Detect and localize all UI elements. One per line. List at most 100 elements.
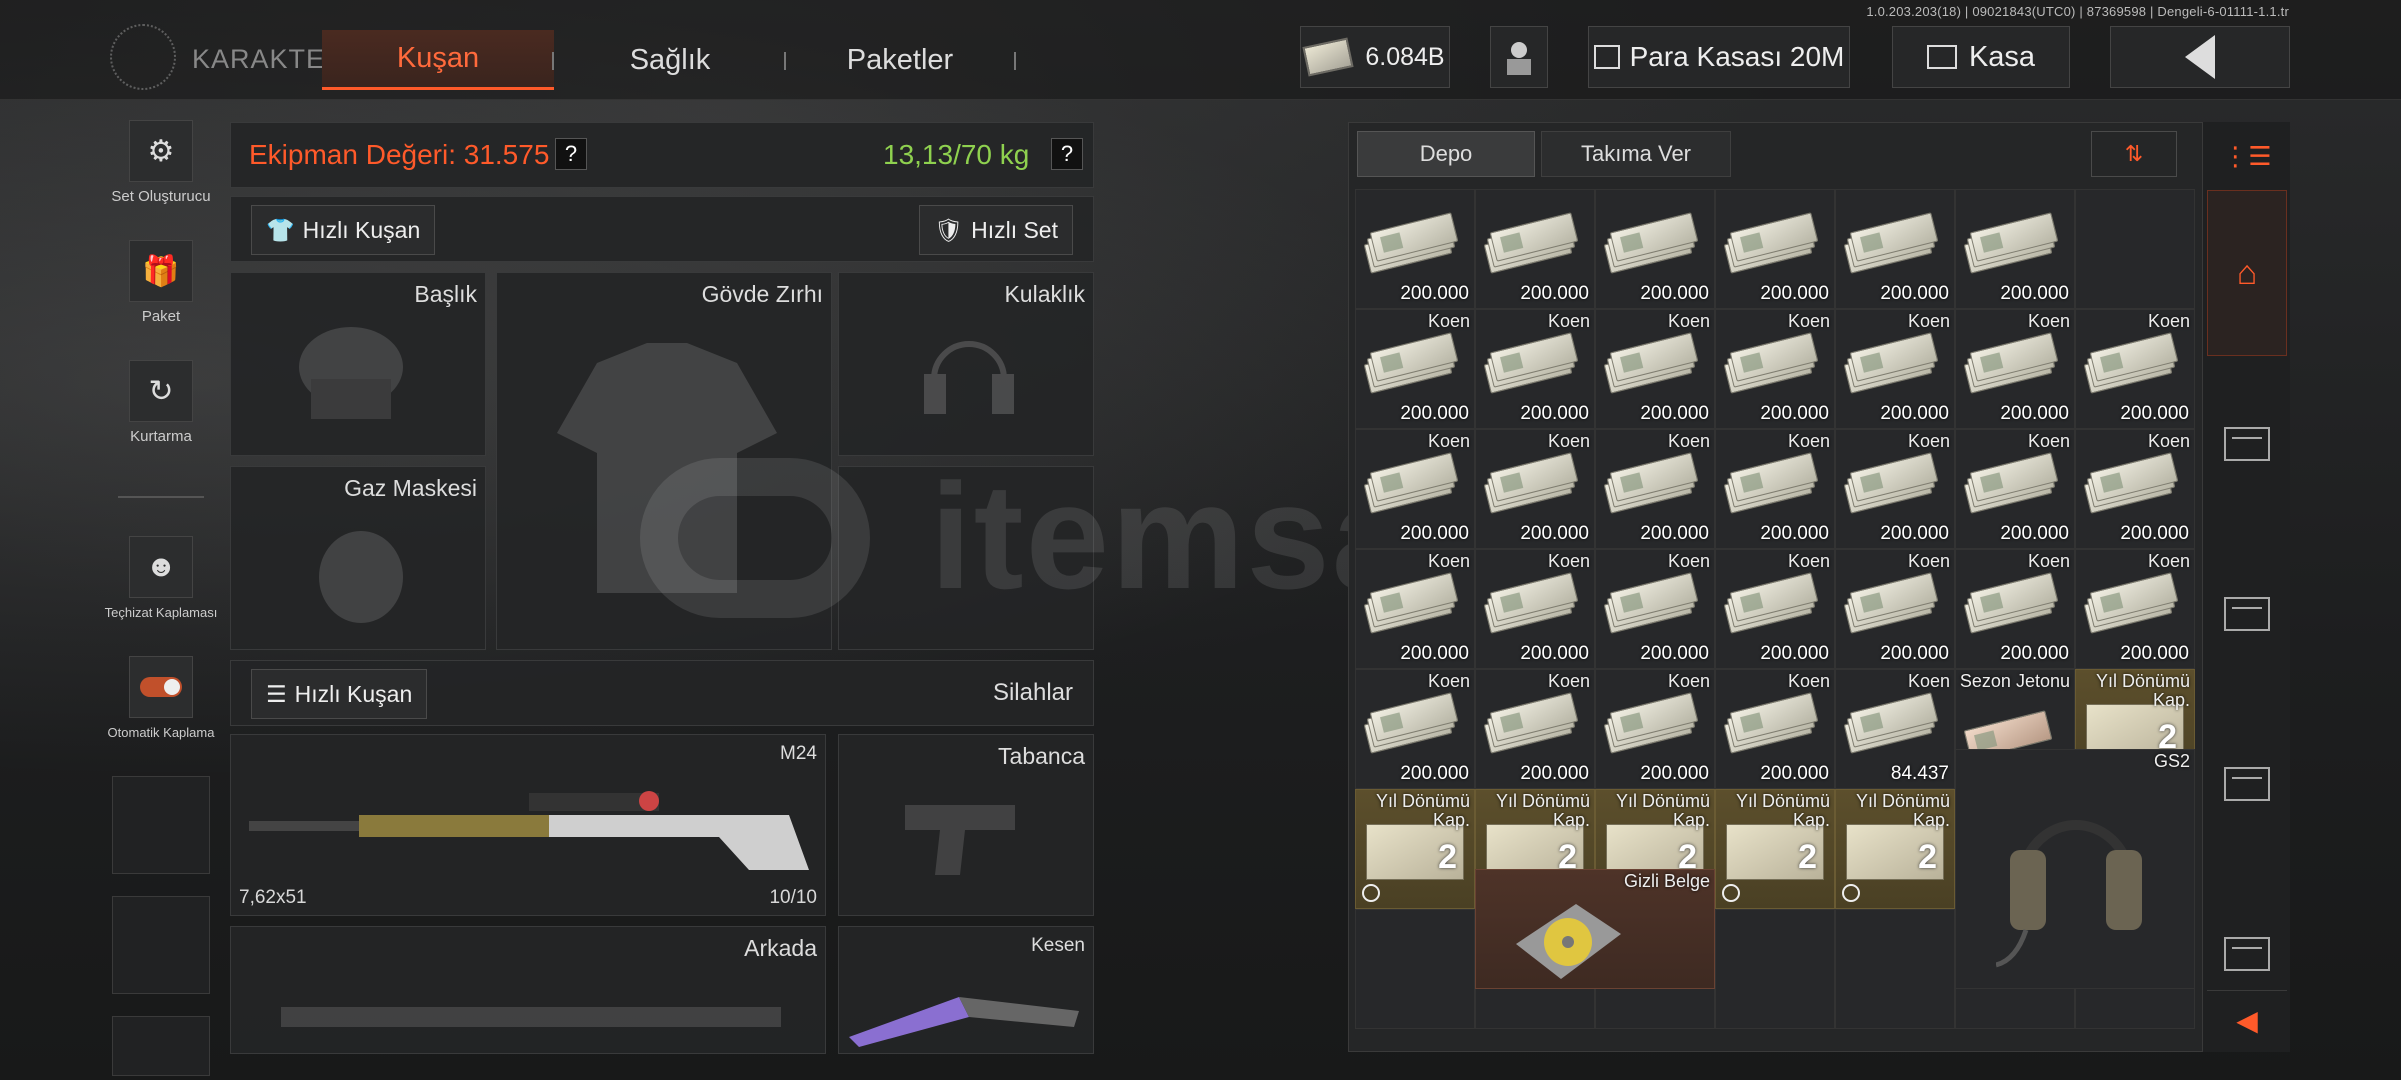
storage-item[interactable]: Koen 200.000	[1835, 309, 1955, 429]
storage-item[interactable]: Koen 200.000	[1715, 669, 1835, 789]
headset-slot[interactable]: Kulaklık	[838, 272, 1094, 456]
empty-slot[interactable]	[112, 1016, 210, 1076]
storage-item[interactable]: Koen 200.000	[1355, 549, 1475, 669]
storage-item[interactable]: Koen 200.000	[1715, 549, 1835, 669]
toggle-container	[129, 656, 193, 718]
storage-item[interactable]: Koen 84.437	[1835, 669, 1955, 789]
storage-item[interactable]: Koen 200.000	[1475, 309, 1595, 429]
sidebar-item-set-builder[interactable]: ⚙ Set Oluşturucu	[104, 120, 218, 205]
storage-item[interactable]: Koen 200.000	[1595, 549, 1715, 669]
pistol-slot[interactable]: Tabanca	[838, 734, 1094, 916]
sniper-rifle-icon	[249, 791, 809, 870]
weapon-quick-equip-button[interactable]: ☰ Hızlı Kuşan	[251, 669, 428, 719]
empty-slot[interactable]	[112, 896, 210, 994]
tab-paketler[interactable]: Paketler	[820, 30, 980, 90]
headset-icon	[924, 341, 1014, 414]
equipment-value-help[interactable]: ?	[555, 138, 587, 170]
auto-skin-toggle[interactable]	[140, 677, 182, 697]
secret-document-item[interactable]: Gizli Belge	[1475, 869, 1715, 989]
right-rail: ⋮☰ ⌂ ◀	[2202, 122, 2290, 1052]
cash-stack-icon	[1483, 330, 1579, 394]
storage-item[interactable]: Koen 200.000	[1595, 669, 1715, 789]
empty-cell[interactable]	[1355, 909, 1475, 1029]
storage-item[interactable]: Koen 200.000	[2075, 429, 2195, 549]
empty-cell[interactable]	[2075, 189, 2195, 309]
storage-item[interactable]: Koen 200.000	[1475, 669, 1595, 789]
storage-item[interactable]: 2Yıl Dönümü Kap.	[1715, 789, 1835, 909]
storage-item[interactable]: Koen 200.000	[1955, 549, 2075, 669]
storage-item[interactable]: 2Yıl Dönümü Kap.	[1355, 789, 1475, 909]
storage-item[interactable]: Koen 200.000	[1475, 549, 1595, 669]
storage-item[interactable]: Koen 200.000	[1355, 429, 1475, 549]
storage-item[interactable]: Koen 200.000	[1955, 429, 2075, 549]
gas-mask-slot[interactable]: Gaz Maskesi	[230, 466, 486, 650]
crate-button-2[interactable]	[2207, 574, 2287, 654]
storage-item[interactable]: 200.000	[1715, 189, 1835, 309]
filter-button[interactable]: ⋮☰	[2207, 132, 2287, 180]
storage-item[interactable]: Koen 200.000	[1835, 429, 1955, 549]
sidebar-item-rescue[interactable]: ↻ Kurtarma	[104, 360, 218, 445]
item-name: Yıl Dönümü Kap.	[2095, 671, 2190, 710]
tab-kusan[interactable]: Kuşan	[322, 30, 554, 90]
storage-item[interactable]: 200.000	[1955, 189, 2075, 309]
empty-cell[interactable]	[1715, 909, 1835, 1029]
collapse-button[interactable]: ◀	[2207, 990, 2287, 1050]
item-quantity: 84.437	[1890, 763, 1949, 784]
storage-item[interactable]: Koen 200.000	[1835, 549, 1955, 669]
storage-item[interactable]: 200.000	[1595, 189, 1715, 309]
crate-button-4[interactable]	[2207, 914, 2287, 994]
storage-item[interactable]: Koen 200.000	[2075, 309, 2195, 429]
quick-equip-button[interactable]: 👕 Hızlı Kuşan	[251, 205, 436, 255]
cash-stack-icon	[1603, 450, 1699, 514]
storage-item[interactable]: 200.000	[1475, 189, 1595, 309]
item-name: Koen	[1667, 671, 1710, 691]
storage-item[interactable]: Koen 200.000	[1595, 429, 1715, 549]
helmet-slot[interactable]: Başlık	[230, 272, 486, 456]
headset-item[interactable]: GS2	[1955, 749, 2195, 989]
cash-stack-icon	[2083, 330, 2179, 394]
primary-weapon-slot[interactable]: M24 7,62x51 10/10	[230, 734, 826, 916]
agent-button[interactable]	[1490, 26, 1548, 88]
home-button[interactable]: ⌂	[2207, 190, 2287, 356]
storage-item[interactable]: Koen 200.000	[1355, 669, 1475, 789]
storage-item[interactable]: Koen 200.000	[1475, 429, 1595, 549]
tab-saglik[interactable]: Sağlık	[600, 30, 740, 90]
sort-icon: ⋮☰	[2222, 140, 2272, 171]
cash-stack-icon	[1723, 450, 1819, 514]
gift-icon: 🎁	[129, 240, 193, 302]
back-weapon-slot[interactable]: Arkada	[230, 926, 826, 1054]
empty-slot[interactable]	[112, 776, 210, 874]
back-button[interactable]	[2110, 26, 2290, 88]
item-name: GS2	[2153, 751, 2190, 771]
storage-item[interactable]: Koen 200.000	[1595, 309, 1715, 429]
globe-icon	[110, 24, 176, 90]
storage-item[interactable]: 200.000	[1835, 189, 1955, 309]
storage-item[interactable]: Koen 200.000	[1715, 309, 1835, 429]
weight-help[interactable]: ?	[1051, 138, 1083, 170]
storage-item[interactable]: Koen 200.000	[2075, 549, 2195, 669]
cash-stack-icon	[1483, 210, 1579, 274]
storage-item[interactable]: 200.000	[1355, 189, 1475, 309]
storage-item[interactable]: 2Yıl Dönümü Kap.	[1835, 789, 1955, 909]
vault-label: Para Kasası 20M	[1629, 41, 1845, 72]
crate-button-3[interactable]	[2207, 744, 2287, 824]
tab-depo[interactable]: Depo	[1357, 131, 1535, 177]
empty-cell[interactable]	[1835, 909, 1955, 1029]
vault-button[interactable]: Para Kasası 20M	[1588, 26, 1850, 88]
tab-takima-ver[interactable]: Takıma Ver	[1541, 131, 1731, 177]
quick-set-button[interactable]: 🛡 Hızlı Set	[918, 205, 1073, 255]
sort-button[interactable]: ⇅	[2091, 131, 2177, 177]
money-display[interactable]: 6.084B	[1300, 26, 1450, 88]
cash-stack-icon	[1483, 450, 1579, 514]
storage-item[interactable]: Koen 200.000	[1955, 309, 2075, 429]
sidebar-item-gear-skin[interactable]: ☻ Teçhizat Kaplaması	[104, 536, 218, 621]
item-name: Yıl Dönümü Kap.	[1735, 791, 1830, 830]
melee-slot[interactable]: Kesen	[838, 926, 1094, 1054]
crate-button-1[interactable]	[2207, 404, 2287, 484]
storage-item[interactable]: Koen 200.000	[1715, 429, 1835, 549]
item-quantity: 200.000	[1880, 643, 1949, 664]
sidebar-item-auto-skin[interactable]: Otomatik Kaplama	[104, 656, 218, 741]
safe-button[interactable]: Kasa	[1892, 26, 2070, 88]
sidebar-item-package[interactable]: 🎁 Paket	[104, 240, 218, 325]
storage-item[interactable]: Koen 200.000	[1355, 309, 1475, 429]
